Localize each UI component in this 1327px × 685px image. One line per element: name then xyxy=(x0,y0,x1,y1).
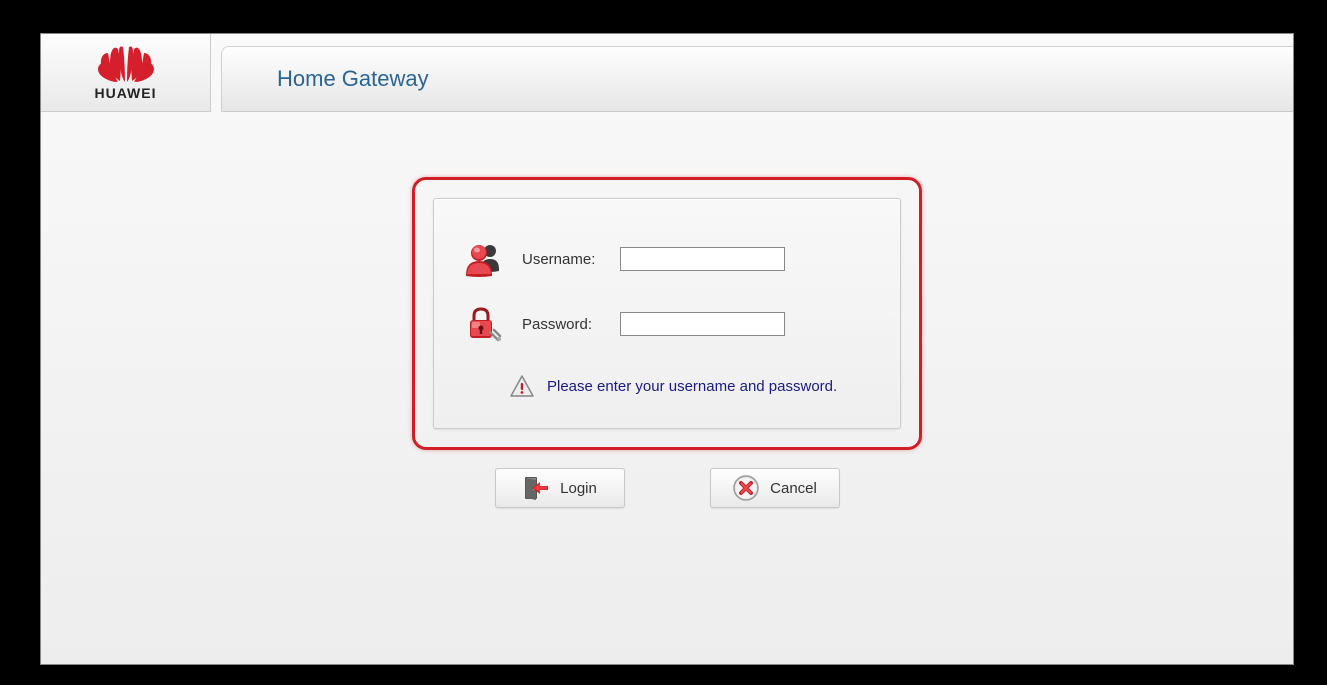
button-row: Login Cancel xyxy=(41,468,1293,508)
login-icon xyxy=(522,474,550,502)
password-label: Password: xyxy=(522,316,602,333)
hint-message-text: Please enter your username and password. xyxy=(547,378,837,395)
login-panel-highlight: Username: xyxy=(412,177,922,450)
brand-name: HUAWEI xyxy=(95,85,157,101)
lock-icon xyxy=(464,304,504,344)
page-container: HUAWEI Home Gateway xyxy=(40,33,1294,665)
password-row: Password: xyxy=(464,304,870,344)
user-icon xyxy=(464,239,504,279)
login-button-label: Login xyxy=(560,480,597,497)
login-panel: Username: xyxy=(433,198,901,429)
username-label: Username: xyxy=(522,251,602,268)
password-input[interactable] xyxy=(620,312,785,336)
brand-logo-block: HUAWEI xyxy=(41,34,211,112)
header-bar: HUAWEI Home Gateway xyxy=(41,34,1293,112)
huawei-logo-icon xyxy=(96,45,156,83)
warning-icon xyxy=(509,374,535,398)
cancel-button[interactable]: Cancel xyxy=(710,468,840,508)
username-row: Username: xyxy=(464,239,870,279)
page-title: Home Gateway xyxy=(277,66,429,92)
login-button[interactable]: Login xyxy=(495,468,625,508)
cancel-button-label: Cancel xyxy=(770,480,817,497)
username-input[interactable] xyxy=(620,247,785,271)
hint-message-row: Please enter your username and password. xyxy=(509,374,870,398)
cancel-icon xyxy=(732,474,760,502)
title-bar: Home Gateway xyxy=(221,46,1293,112)
content-area: Username: xyxy=(41,112,1293,508)
